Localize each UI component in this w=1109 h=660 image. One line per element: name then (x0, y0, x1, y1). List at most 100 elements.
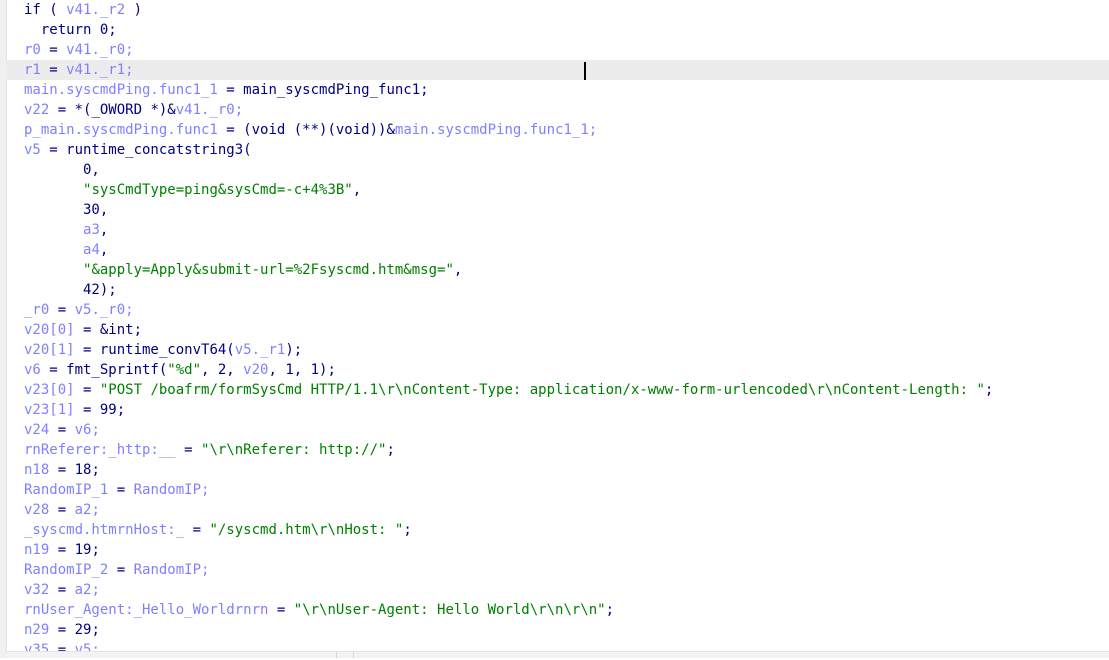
code-token: ; (403, 522, 412, 538)
code-token: , (352, 182, 362, 198)
code-line[interactable]: v20[1] = runtime_convT64(v5._r1); (6, 340, 1109, 360)
code-token: = runtime_concatstring3( (40, 142, 252, 158)
code-line[interactable]: v22 = *(_OWORD *)&v41._r0; (6, 100, 1109, 120)
code-token: if ( (24, 2, 67, 18)
scrollbar-thumb[interactable] (336, 652, 354, 658)
code-token: v5._r0; (74, 302, 134, 318)
code-line[interactable]: 0, (6, 160, 1109, 180)
code-line[interactable]: if ( v41._r2 ) (6, 0, 1109, 20)
code-token: v23[1] (24, 402, 75, 418)
code-line[interactable]: v32 = a2; (6, 580, 1109, 600)
code-line[interactable]: a3, (6, 220, 1109, 240)
code-token: = (49, 422, 75, 438)
code-line[interactable]: 42); (6, 280, 1109, 300)
code-token: = 29; (49, 622, 100, 638)
code-token: v20[0] (24, 322, 75, 338)
code-token: = (74, 382, 100, 398)
code-token: v32 (24, 582, 50, 598)
code-line[interactable]: return 0; (6, 20, 1109, 40)
code-line[interactable]: r1 = v41._r1; (6, 60, 1109, 80)
code-line[interactable]: n19 = 19; (6, 540, 1109, 560)
code-token: _r0 (24, 302, 50, 318)
code-token: v20[1] (24, 342, 75, 358)
code-token: a4 (83, 242, 100, 258)
code-token: v41._r2 (66, 2, 126, 18)
code-token: = 18; (49, 462, 100, 478)
code-token: v41._r0; (66, 42, 134, 58)
code-token: = *(_OWORD *)& (49, 102, 176, 118)
code-token: = (108, 482, 134, 498)
code-token: = (49, 302, 75, 318)
code-line[interactable]: _syscmd.htmrnHost:_ = "/syscmd.htm\r\nHo… (6, 520, 1109, 540)
code-line[interactable]: v6 = fmt_Sprintf("%d", 2, v20, 1, 1); (6, 360, 1109, 380)
code-token: = (void (**)(void))& (217, 122, 395, 138)
code-line[interactable]: "&apply=Apply&submit-url=%2Fsyscmd.htm&m… (6, 260, 1109, 280)
code-token: , (99, 222, 109, 238)
code-line[interactable]: main.syscmdPing.func1_1 = main_syscmdPin… (6, 80, 1109, 100)
code-token: v28 (24, 502, 50, 518)
code-token: RandomIP; (133, 562, 210, 578)
code-token: return 0; (24, 22, 117, 38)
code-token: n19 (24, 542, 50, 558)
code-line[interactable]: r0 = v41._r0; (6, 40, 1109, 60)
code-token: 30, (24, 202, 109, 218)
code-token: = &int; (74, 322, 143, 338)
code-line[interactable]: rnReferer:_http:__ = "\r\nReferer: http:… (6, 440, 1109, 460)
code-token: ); (285, 342, 303, 358)
code-token: n29 (24, 622, 50, 638)
code-line[interactable]: RandomIP_2 = RandomIP; (6, 560, 1109, 580)
code-line[interactable]: 30, (6, 200, 1109, 220)
code-token: , (99, 242, 109, 258)
code-token: main.syscmdPing.func1_1; (394, 122, 598, 138)
code-line[interactable]: v23[1] = 99; (6, 400, 1109, 420)
code-token: "&apply=Apply&submit-url=%2Fsyscmd.htm&m… (83, 262, 454, 278)
code-line[interactable]: v24 = v6; (6, 420, 1109, 440)
code-token: = (268, 602, 294, 618)
code-token: , 2, (201, 362, 244, 378)
pseudocode-view[interactable]: if ( v41._r2 ) return 0; r0 = v41._r0; r1 … (6, 0, 1109, 660)
code-token: v5._r1 (234, 342, 286, 358)
code-line[interactable]: RandomIP_1 = RandomIP; (6, 480, 1109, 500)
code-token: "\r\nUser-Agent: Hello World\r\n\r\n" (293, 602, 606, 618)
code-token: = (184, 522, 210, 538)
code-token: = (175, 442, 202, 458)
code-token: ; (605, 602, 615, 618)
code-token: r1 (24, 62, 41, 78)
code-token: rnReferer:_http:__ (24, 442, 176, 458)
code-token: "sysCmdType=ping&sysCmd=-c+4%3B" (83, 182, 353, 198)
code-line[interactable]: p_main.syscmdPing.func1 = (void (**)(voi… (6, 120, 1109, 140)
code-token: ) (125, 2, 143, 18)
code-token: = 19; (49, 542, 100, 558)
code-line[interactable]: _r0 = v5._r0; (6, 300, 1109, 320)
code-line[interactable]: v23[0] = "POST /boafrm/formSysCmd HTTP/1… (6, 380, 1109, 400)
code-line[interactable]: v5 = runtime_concatstring3( (6, 140, 1109, 160)
code-line[interactable]: n29 = 29; (6, 620, 1109, 640)
code-line[interactable]: a4, (6, 240, 1109, 260)
code-token: "/syscmd.htm\r\nHost: " (209, 522, 404, 538)
code-token: main.syscmdPing.func1_1 (24, 82, 218, 98)
horizontal-scrollbar[interactable] (6, 651, 1109, 658)
code-token: a2; (74, 502, 100, 518)
code-token: 0, (24, 162, 100, 178)
code-token: v22 (24, 102, 50, 118)
code-token: , 1, 1); (268, 362, 336, 378)
code-line[interactable]: "sysCmdType=ping&sysCmd=-c+4%3B", (6, 180, 1109, 200)
code-token: v41._r1; (66, 62, 134, 78)
code-token: 42); (24, 282, 117, 298)
code-token: "%d" (167, 362, 202, 378)
code-token: "POST /boafrm/formSysCmd HTTP/1.1\r\nCon… (99, 382, 985, 398)
code-token: RandomIP_1 (24, 482, 109, 498)
code-token: v23[0] (24, 382, 75, 398)
code-line[interactable]: rnUser_Agent:_Hello_Worldrnrn = "\r\nUse… (6, 600, 1109, 620)
code-token: v6; (74, 422, 100, 438)
code-token: = (40, 42, 67, 58)
text-caret (584, 62, 586, 80)
code-line[interactable]: v28 = a2; (6, 500, 1109, 520)
code-line[interactable]: n18 = 18; (6, 460, 1109, 480)
code-token: v41._r0; (175, 102, 244, 118)
code-line[interactable]: v20[0] = &int; (6, 320, 1109, 340)
code-token: _syscmd.htmrnHost:_ (24, 522, 185, 538)
